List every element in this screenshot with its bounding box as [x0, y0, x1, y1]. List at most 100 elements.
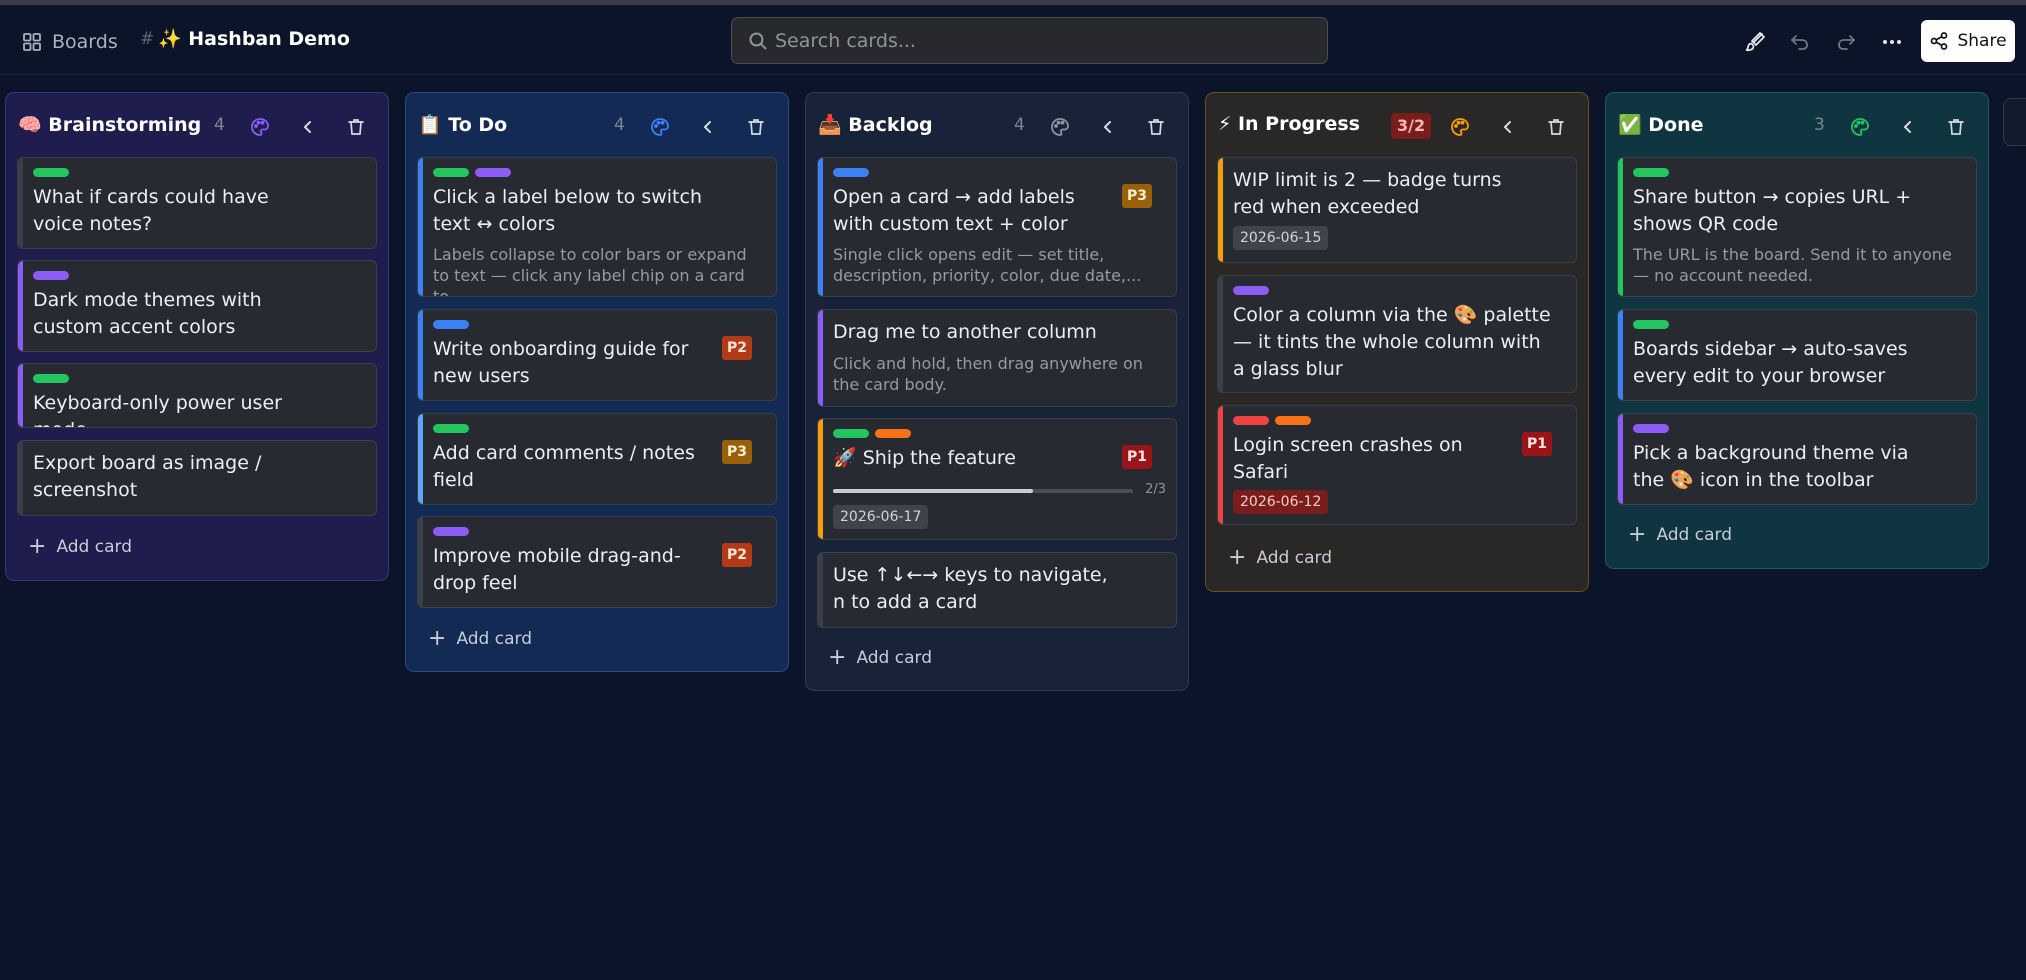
redo-icon: [1838, 35, 1855, 50]
column-color-button[interactable]: [648, 115, 672, 139]
column-title[interactable]: 📥 Backlog: [818, 113, 933, 136]
label-chip[interactable]: [33, 271, 69, 280]
card-title: What if cards could have voice notes?: [33, 186, 269, 235]
delete-column-button[interactable]: [344, 115, 368, 139]
delete-column-button[interactable]: [1944, 115, 1968, 139]
collapse-column-button[interactable]: [1496, 115, 1520, 139]
label-chip[interactable]: [33, 374, 69, 383]
column-title[interactable]: ✅ Done: [1618, 113, 1704, 136]
column-title[interactable]: 📋 To Do: [418, 113, 507, 136]
collapse-column-button[interactable]: [1896, 115, 1920, 139]
redo-button[interactable]: [1833, 29, 1859, 55]
card-labels: [433, 424, 469, 433]
column-color-button[interactable]: [1048, 115, 1072, 139]
card-title: Open a card → add labels with custom tex…: [833, 186, 1075, 235]
card[interactable]: Pick a background theme via the 🎨 icon i…: [1617, 413, 1977, 505]
label-chip[interactable]: [433, 424, 469, 433]
card[interactable]: WIP limit is 2 — badge turns red when ex…: [1217, 157, 1577, 263]
card[interactable]: Dark mode themes with custom accent colo…: [17, 260, 377, 352]
label-chip[interactable]: [875, 429, 911, 438]
trash-icon: [348, 119, 364, 135]
delete-column-button[interactable]: [1144, 115, 1168, 139]
card[interactable]: Open a card → add labels with custom tex…: [817, 157, 1177, 297]
card-title: Dark mode themes with custom accent colo…: [33, 289, 262, 338]
collapse-column-button[interactable]: [696, 115, 720, 139]
theme-brush-button[interactable]: [1742, 29, 1768, 55]
label-chip[interactable]: [433, 168, 469, 177]
share-button[interactable]: Share: [1921, 20, 2015, 62]
card[interactable]: What if cards could have voice notes?: [17, 157, 377, 249]
label-chip[interactable]: [1233, 416, 1269, 425]
priority-badge: P2: [721, 543, 752, 567]
label-chip[interactable]: [833, 168, 869, 177]
board-title[interactable]: ✨ Hashban Demo: [158, 27, 350, 50]
card-title: Export board as image / screenshot: [33, 452, 262, 501]
column-title[interactable]: 🧠 Brainstorming: [18, 113, 201, 136]
card-color-stripe: [418, 414, 423, 504]
card[interactable]: Use ↑↓←→ keys to navigate, n to add a ca…: [817, 552, 1177, 628]
boards-nav-button[interactable]: Boards: [22, 27, 118, 57]
add-card-button[interactable]: + Add card: [1628, 521, 1732, 549]
priority-badge: P2: [721, 336, 752, 360]
card[interactable]: Drag me to another column Click and hold…: [817, 309, 1177, 407]
column-color-button[interactable]: [1448, 115, 1472, 139]
card[interactable]: Color a column via the 🎨 palette — it ti…: [1217, 275, 1577, 393]
card[interactable]: Write onboarding guide for new users P2: [417, 309, 777, 401]
card[interactable]: Login screen crashes on Safari P1 2026-0…: [1217, 405, 1577, 525]
column-header: 📥 Backlog 4: [806, 93, 1188, 157]
label-chip[interactable]: [1633, 424, 1669, 433]
label-chip[interactable]: [1233, 286, 1269, 295]
add-card-button[interactable]: + Add card: [428, 625, 532, 653]
search-box[interactable]: [731, 17, 1328, 64]
add-card-label: Add card: [1656, 525, 1732, 545]
card-color-stripe: [418, 158, 423, 296]
card-color-stripe: [418, 310, 423, 400]
delete-column-button[interactable]: [744, 115, 768, 139]
label-chip[interactable]: [1275, 416, 1311, 425]
label-chip[interactable]: [1633, 320, 1669, 329]
card-color-stripe: [18, 158, 23, 248]
collapse-column-button[interactable]: [1096, 115, 1120, 139]
undo-icon: [1791, 35, 1808, 50]
card-labels: [1633, 320, 1669, 329]
chevron-left-icon: [1904, 121, 1911, 133]
card[interactable]: Keyboard-only power user mode: [17, 363, 377, 428]
label-chip[interactable]: [833, 429, 869, 438]
card[interactable]: Export board as image / screenshot: [17, 440, 377, 516]
add-card-button[interactable]: + Add card: [1228, 544, 1332, 572]
card-color-stripe: [18, 364, 23, 427]
add-card-label: Add card: [456, 629, 532, 649]
label-chip[interactable]: [1633, 168, 1669, 177]
label-chip[interactable]: [475, 168, 511, 177]
undo-button[interactable]: [1787, 29, 1813, 55]
column-color-button[interactable]: [1848, 115, 1872, 139]
card-color-stripe: [818, 310, 823, 406]
card[interactable]: Improve mobile drag-and-drop feel P2: [417, 516, 777, 608]
card[interactable]: Boards sidebar → auto-saves every edit t…: [1617, 309, 1977, 401]
chevron-left-icon: [1504, 121, 1511, 133]
chevron-left-icon: [1104, 121, 1111, 133]
card-color-stripe: [1618, 310, 1623, 400]
label-chip[interactable]: [433, 320, 469, 329]
column-backlog: 📥 Backlog 4 Open a card → add labels wit…: [805, 92, 1189, 691]
palette-icon: [651, 118, 669, 136]
add-column-button[interactable]: [2003, 98, 2026, 146]
add-card-button[interactable]: + Add card: [28, 533, 132, 561]
card-title: Improve mobile drag-and-drop feel: [433, 545, 681, 594]
card[interactable]: Share button → copies URL + shows QR cod…: [1617, 157, 1977, 297]
search-input[interactable]: [775, 26, 1295, 56]
card[interactable]: Add card comments / notes field P3: [417, 413, 777, 505]
card[interactable]: 🚀 Ship the feature P1 2/3 2026-06-17: [817, 418, 1177, 540]
add-card-label: Add card: [56, 537, 132, 557]
label-chip[interactable]: [433, 527, 469, 536]
plus-icon: +: [1628, 522, 1647, 547]
column-color-button[interactable]: [248, 115, 272, 139]
card[interactable]: Click a label below to switch text ↔ col…: [417, 157, 777, 297]
more-button[interactable]: [1879, 29, 1905, 55]
collapse-column-button[interactable]: [296, 115, 320, 139]
delete-column-button[interactable]: [1544, 115, 1568, 139]
add-card-button[interactable]: + Add card: [828, 644, 932, 672]
label-chip[interactable]: [33, 168, 69, 177]
plus-icon: +: [828, 645, 847, 670]
column-title[interactable]: ⚡ In Progress: [1218, 113, 1360, 135]
